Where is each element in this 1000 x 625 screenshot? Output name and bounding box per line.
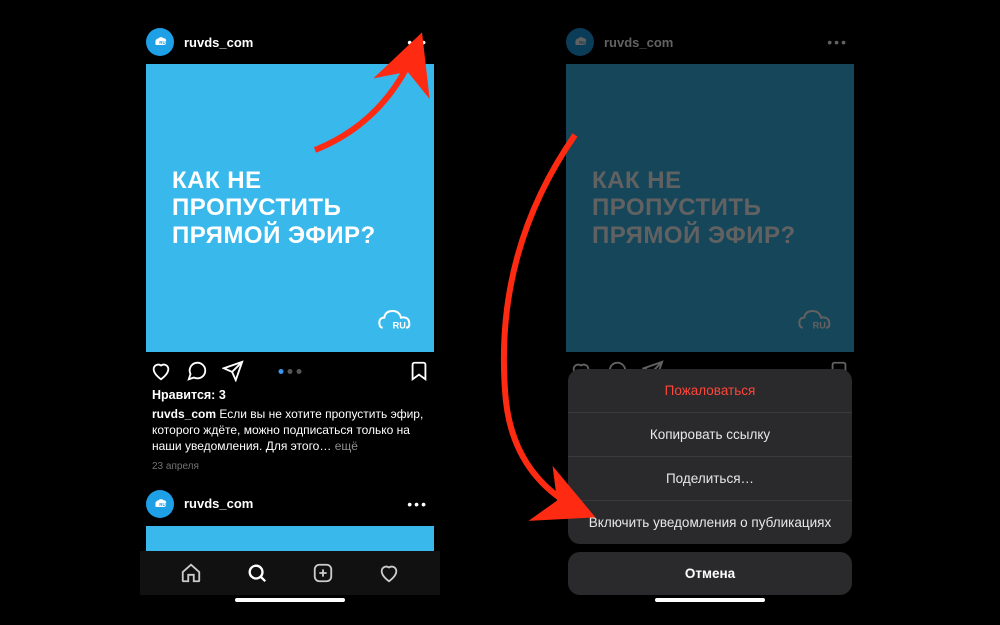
username-label[interactable]: ruvds_com [184,35,391,50]
bookmark-icon[interactable] [408,360,430,382]
carousel-pager [279,369,302,374]
action-sheet: Пожаловаться Копировать ссылку Поделитьс… [568,369,852,595]
phone-right: RU ruvds_com ••• КАК НЕ ПРОПУСТИТЬ ПРЯМО… [560,20,860,605]
more-options-icon[interactable]: ••• [401,492,434,516]
home-indicator[interactable] [235,598,345,602]
post-caption: ruvds_com Если вы не хотите пропустить э… [140,404,440,457]
sheet-copy-link[interactable]: Копировать ссылку [568,412,852,456]
username-label[interactable]: ruvds_com [184,496,391,511]
bottom-nav [140,551,440,595]
comment-icon[interactable] [186,360,208,382]
add-post-icon[interactable] [312,562,334,584]
phone-left: RU ruvds_com ••• КАК НЕ ПРОПУСТИТЬ ПРЯМО… [140,20,440,605]
post-headline: КАК НЕ ПРОПУСТИТЬ ПРЯМОЙ ЭФИР? [172,167,408,250]
likes-label[interactable]: Нравится: 3 [140,386,440,404]
share-icon[interactable] [222,360,244,382]
post-date: 23 апреля [140,457,440,482]
svg-text:RU: RU [159,501,166,506]
caption-username[interactable]: ruvds_com [152,407,216,421]
avatar[interactable]: RU [146,490,174,518]
post-header: RU ruvds_com ••• [140,20,440,64]
home-indicator[interactable] [655,598,765,602]
sheet-cancel[interactable]: Отмена [568,552,852,595]
svg-text:RU: RU [393,321,407,331]
like-icon[interactable] [150,360,172,382]
avatar[interactable]: RU [146,28,174,56]
sheet-enable-notifications[interactable]: Включить уведомления о публикациях [568,500,852,544]
search-icon[interactable] [246,562,268,584]
svg-text:RU: RU [159,40,166,45]
activity-icon[interactable] [378,562,400,584]
post-header-2: RU ruvds_com ••• [140,482,440,526]
home-icon[interactable] [180,562,202,584]
post-actions [140,352,440,386]
post-image-peek[interactable] [146,526,434,554]
caption-more[interactable]: ещё [335,439,358,453]
sheet-report[interactable]: Пожаловаться [568,369,852,412]
ru-logo-icon: RU [376,306,416,336]
more-options-icon[interactable]: ••• [401,30,434,54]
post-image[interactable]: КАК НЕ ПРОПУСТИТЬ ПРЯМОЙ ЭФИР? RU [146,64,434,352]
sheet-share[interactable]: Поделиться… [568,456,852,500]
